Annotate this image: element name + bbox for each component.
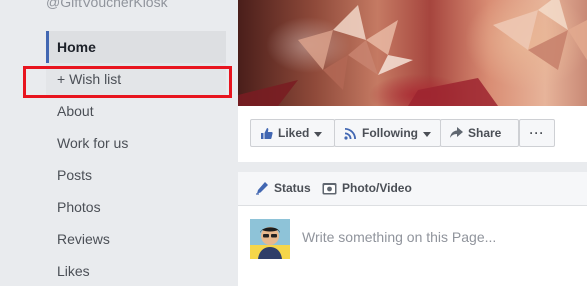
sidebar-item-reviews[interactable]: Reviews — [46, 223, 226, 255]
sidebar-item-work-for-us[interactable]: Work for us — [46, 127, 226, 159]
avatar[interactable] — [250, 219, 290, 259]
sidebar-item-about[interactable]: About — [46, 95, 226, 127]
sidebar-item-label: + Wish list — [57, 71, 122, 87]
sidebar-item-label: Work for us — [57, 135, 129, 151]
gift-bow-illustration — [238, 0, 587, 106]
post-composer: Status Photo/Video Write something on th… — [238, 172, 587, 286]
sidebar-item-label: Photos — [57, 199, 101, 215]
sidebar-item-likes[interactable]: Likes — [46, 255, 226, 286]
share-button[interactable]: Share — [440, 119, 519, 147]
following-button[interactable]: Following — [334, 119, 441, 147]
sidebar-item-wish-list[interactable]: + Wish list — [46, 63, 226, 95]
tab-status[interactable]: Status — [255, 181, 311, 195]
sidebar-item-photos[interactable]: Photos — [46, 191, 226, 223]
sidebar-item-label: Posts — [57, 167, 93, 183]
composer-tabs: Status Photo/Video — [238, 172, 587, 206]
sidebar-item-label: Likes — [57, 263, 90, 279]
pencil-icon — [255, 181, 269, 195]
sidebar-item-label: Home — [57, 39, 96, 55]
caret-down-icon — [314, 126, 323, 140]
following-label: Following — [362, 126, 418, 140]
sidebar-item-label: Reviews — [57, 231, 110, 247]
tab-status-label: Status — [274, 181, 311, 195]
tab-photo-video[interactable]: Photo/Video — [322, 181, 412, 195]
sidebar-item-home[interactable]: Home — [46, 31, 226, 63]
caret-down-icon — [423, 126, 431, 140]
more-label: ··· — [529, 126, 545, 140]
page-handle: @GiftVoucherKiosk — [46, 0, 168, 10]
write-post-input[interactable]: Write something on this Page... — [302, 229, 496, 245]
sidebar-item-posts[interactable]: Posts — [46, 159, 226, 191]
liked-label: Liked — [278, 126, 310, 140]
cover-photo[interactable] — [238, 0, 587, 106]
camera-icon — [322, 182, 337, 195]
page-action-bar: Liked Following Share ··· — [238, 106, 587, 162]
share-label: Share — [468, 126, 502, 140]
rss-icon — [344, 127, 357, 140]
sidebar-item-label: About — [57, 103, 94, 119]
more-options-button[interactable]: ··· — [519, 119, 555, 147]
thumbs-up-icon — [260, 127, 273, 140]
tab-photo-video-label: Photo/Video — [342, 181, 412, 195]
liked-button[interactable]: Liked — [250, 119, 335, 147]
share-arrow-icon — [450, 127, 463, 139]
